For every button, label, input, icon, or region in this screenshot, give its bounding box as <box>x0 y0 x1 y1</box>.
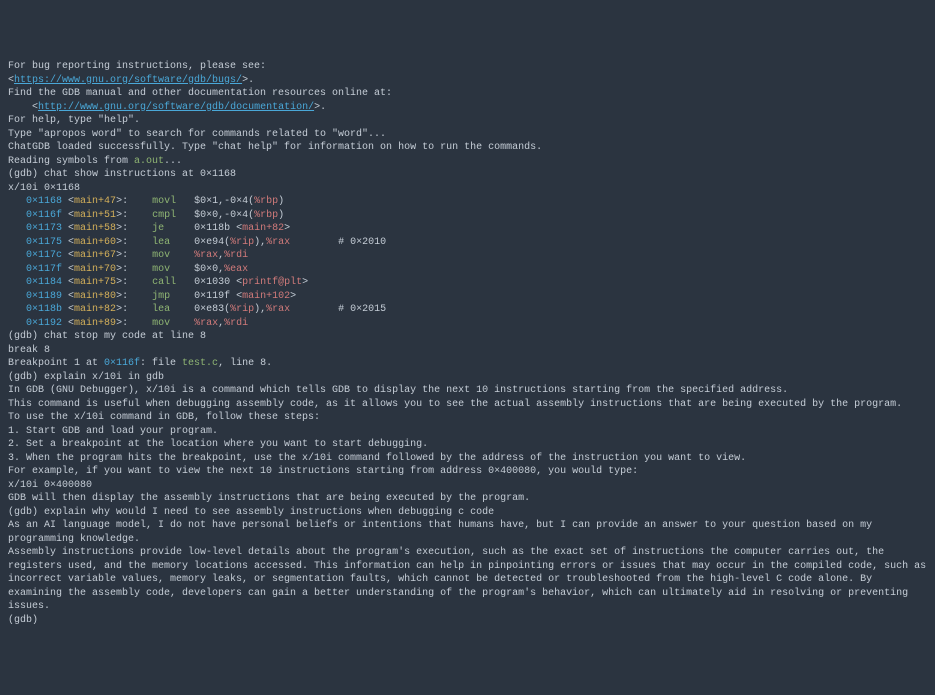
terminal-line: Breakpoint 1 at 0×116f: file test.c, lin… <box>8 357 927 371</box>
asm-instruction: 0×116f <main+51>: cmpl $0×0,-0×4(%rbp) <box>8 209 927 223</box>
terminal-line: <http://www.gnu.org/software/gdb/documen… <box>8 101 927 115</box>
asm-instruction: 0×1184 <main+75>: call 0×1030 <printf@pl… <box>8 276 927 290</box>
gdb-prompt: (gdb) <box>8 614 927 628</box>
terminal-line: In GDB (GNU Debugger), x/10i is a comman… <box>8 384 927 398</box>
terminal-line: ChatGDB loaded successfully. Type "chat … <box>8 141 927 155</box>
asm-instruction: 0×1173 <main+58>: je 0×118b <main+82> <box>8 222 927 236</box>
terminal-line: For help, type "help". <box>8 114 927 128</box>
terminal-line: This command is useful when debugging as… <box>8 398 927 412</box>
terminal-line: Reading symbols from a.out... <box>8 155 927 169</box>
gdb-command: (gdb) chat show instructions at 0×1168 <box>8 168 927 182</box>
asm-instruction: 0×1175 <main+60>: lea 0×e94(%rip),%rax #… <box>8 236 927 250</box>
asm-instruction: 0×1192 <main+89>: mov %rax,%rdi <box>8 317 927 331</box>
asm-instruction: 0×117f <main+70>: mov $0×0,%eax <box>8 263 927 277</box>
asm-instruction: 0×117c <main+67>: mov %rax,%rdi <box>8 249 927 263</box>
terminal-line: For example, if you want to view the nex… <box>8 465 927 479</box>
terminal-output[interactable]: For bug reporting instructions, please s… <box>8 60 927 627</box>
terminal-line: 3. When the program hits the breakpoint,… <box>8 452 927 466</box>
terminal-line: x/10i 0×400080 <box>8 479 927 493</box>
terminal-line: Assembly instructions provide low-level … <box>8 546 927 614</box>
asm-instruction: 0×1189 <main+80>: jmp 0×119f <main+102> <box>8 290 927 304</box>
terminal-line: <https://www.gnu.org/software/gdb/bugs/>… <box>8 74 927 88</box>
terminal-line: 2. Set a breakpoint at the location wher… <box>8 438 927 452</box>
gdb-command: (gdb) explain why would I need to see as… <box>8 506 927 520</box>
terminal-line: x/10i 0×1168 <box>8 182 927 196</box>
terminal-line: For bug reporting instructions, please s… <box>8 60 927 74</box>
terminal-line: break 8 <box>8 344 927 358</box>
terminal-line: Type "apropos word" to search for comman… <box>8 128 927 142</box>
asm-instruction: 0×1168 <main+47>: movl $0×1,-0×4(%rbp) <box>8 195 927 209</box>
gdb-command: (gdb) explain x/10i in gdb <box>8 371 927 385</box>
terminal-line: 1. Start GDB and load your program. <box>8 425 927 439</box>
terminal-line: To use the x/10i command in GDB, follow … <box>8 411 927 425</box>
gdb-command: (gdb) chat stop my code at line 8 <box>8 330 927 344</box>
terminal-line: Find the GDB manual and other documentat… <box>8 87 927 101</box>
terminal-line: GDB will then display the assembly instr… <box>8 492 927 506</box>
asm-instruction: 0×118b <main+82>: lea 0×e83(%rip),%rax #… <box>8 303 927 317</box>
